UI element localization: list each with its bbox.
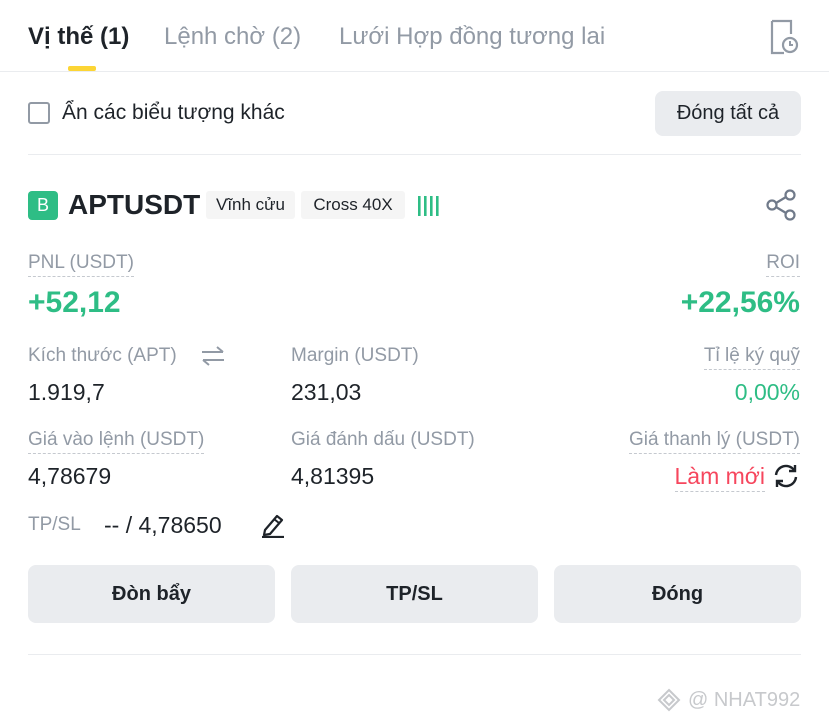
margin-mode-tag[interactable]: Cross 40X (301, 191, 405, 219)
size-value: 1.919,7 (28, 379, 105, 405)
watermark: @ NHAT992 (656, 686, 800, 714)
share-icon[interactable] (764, 188, 800, 222)
side-badge: B (28, 191, 58, 220)
entry-price-label[interactable]: Giá vào lệnh (USDT) (28, 428, 205, 454)
mark-price-value: 4,81395 (291, 463, 375, 489)
divider (28, 154, 801, 155)
hide-other-symbols-checkbox[interactable] (28, 102, 50, 124)
margin-ratio-value: 0,00% (734, 379, 800, 405)
refresh-icon[interactable] (772, 463, 800, 489)
roi-label[interactable]: ROI (766, 251, 800, 277)
tpsl-value: -- / 4,78650 (104, 512, 222, 538)
divider (28, 654, 801, 655)
margin-label: Margin (USDT) (291, 345, 419, 366)
liq-price-label[interactable]: Giá thanh lý (USDT) (628, 428, 800, 454)
swap-arrows-icon[interactable] (200, 345, 226, 367)
position-symbol[interactable]: APTUSDT (68, 188, 200, 222)
signal-bars-icon[interactable] (417, 194, 441, 218)
contract-type-tag: Vĩnh cửu (206, 191, 295, 219)
leverage-button[interactable]: Đòn bẩy (28, 565, 275, 623)
close-all-button[interactable]: Đóng tất cả (655, 91, 801, 136)
tab-open-orders[interactable]: Lệnh chờ (2) (164, 22, 301, 52)
hide-other-symbols-label: Ẩn các biểu tượng khác (62, 101, 285, 124)
history-clock-icon[interactable] (766, 18, 800, 56)
watermark-text: @ NHAT992 (688, 688, 801, 711)
close-position-button[interactable]: Đóng (554, 565, 801, 623)
tpsl-label: TP/SL (28, 514, 81, 535)
tab-positions[interactable]: Vị thế (1) (28, 22, 129, 52)
tpsl-button[interactable]: TP/SL (291, 565, 538, 623)
edit-pencil-icon[interactable] (259, 510, 287, 539)
liq-price-refresh-link[interactable]: Làm mới (674, 462, 765, 492)
margin-value: 231,03 (291, 379, 362, 405)
binance-square-logo-icon (657, 688, 681, 712)
mark-price-label: Giá đánh dấu (USDT) (291, 429, 475, 450)
position-tabs: Vị thế (1) Lệnh chờ (2) Lưới Hợp đồng tư… (0, 0, 829, 72)
margin-ratio-label[interactable]: Tỉ lệ ký quỹ (703, 344, 800, 370)
size-label: Kích thước (APT) (28, 345, 177, 366)
entry-price-value: 4,78679 (28, 463, 112, 489)
tab-futures-grid[interactable]: Lưới Hợp đồng tương lai (339, 22, 605, 52)
pnl-value: +52,12 (28, 286, 121, 319)
active-tab-indicator (68, 66, 96, 71)
roi-value: +22,56% (680, 286, 800, 319)
pnl-label[interactable]: PNL (USDT) (28, 251, 134, 277)
